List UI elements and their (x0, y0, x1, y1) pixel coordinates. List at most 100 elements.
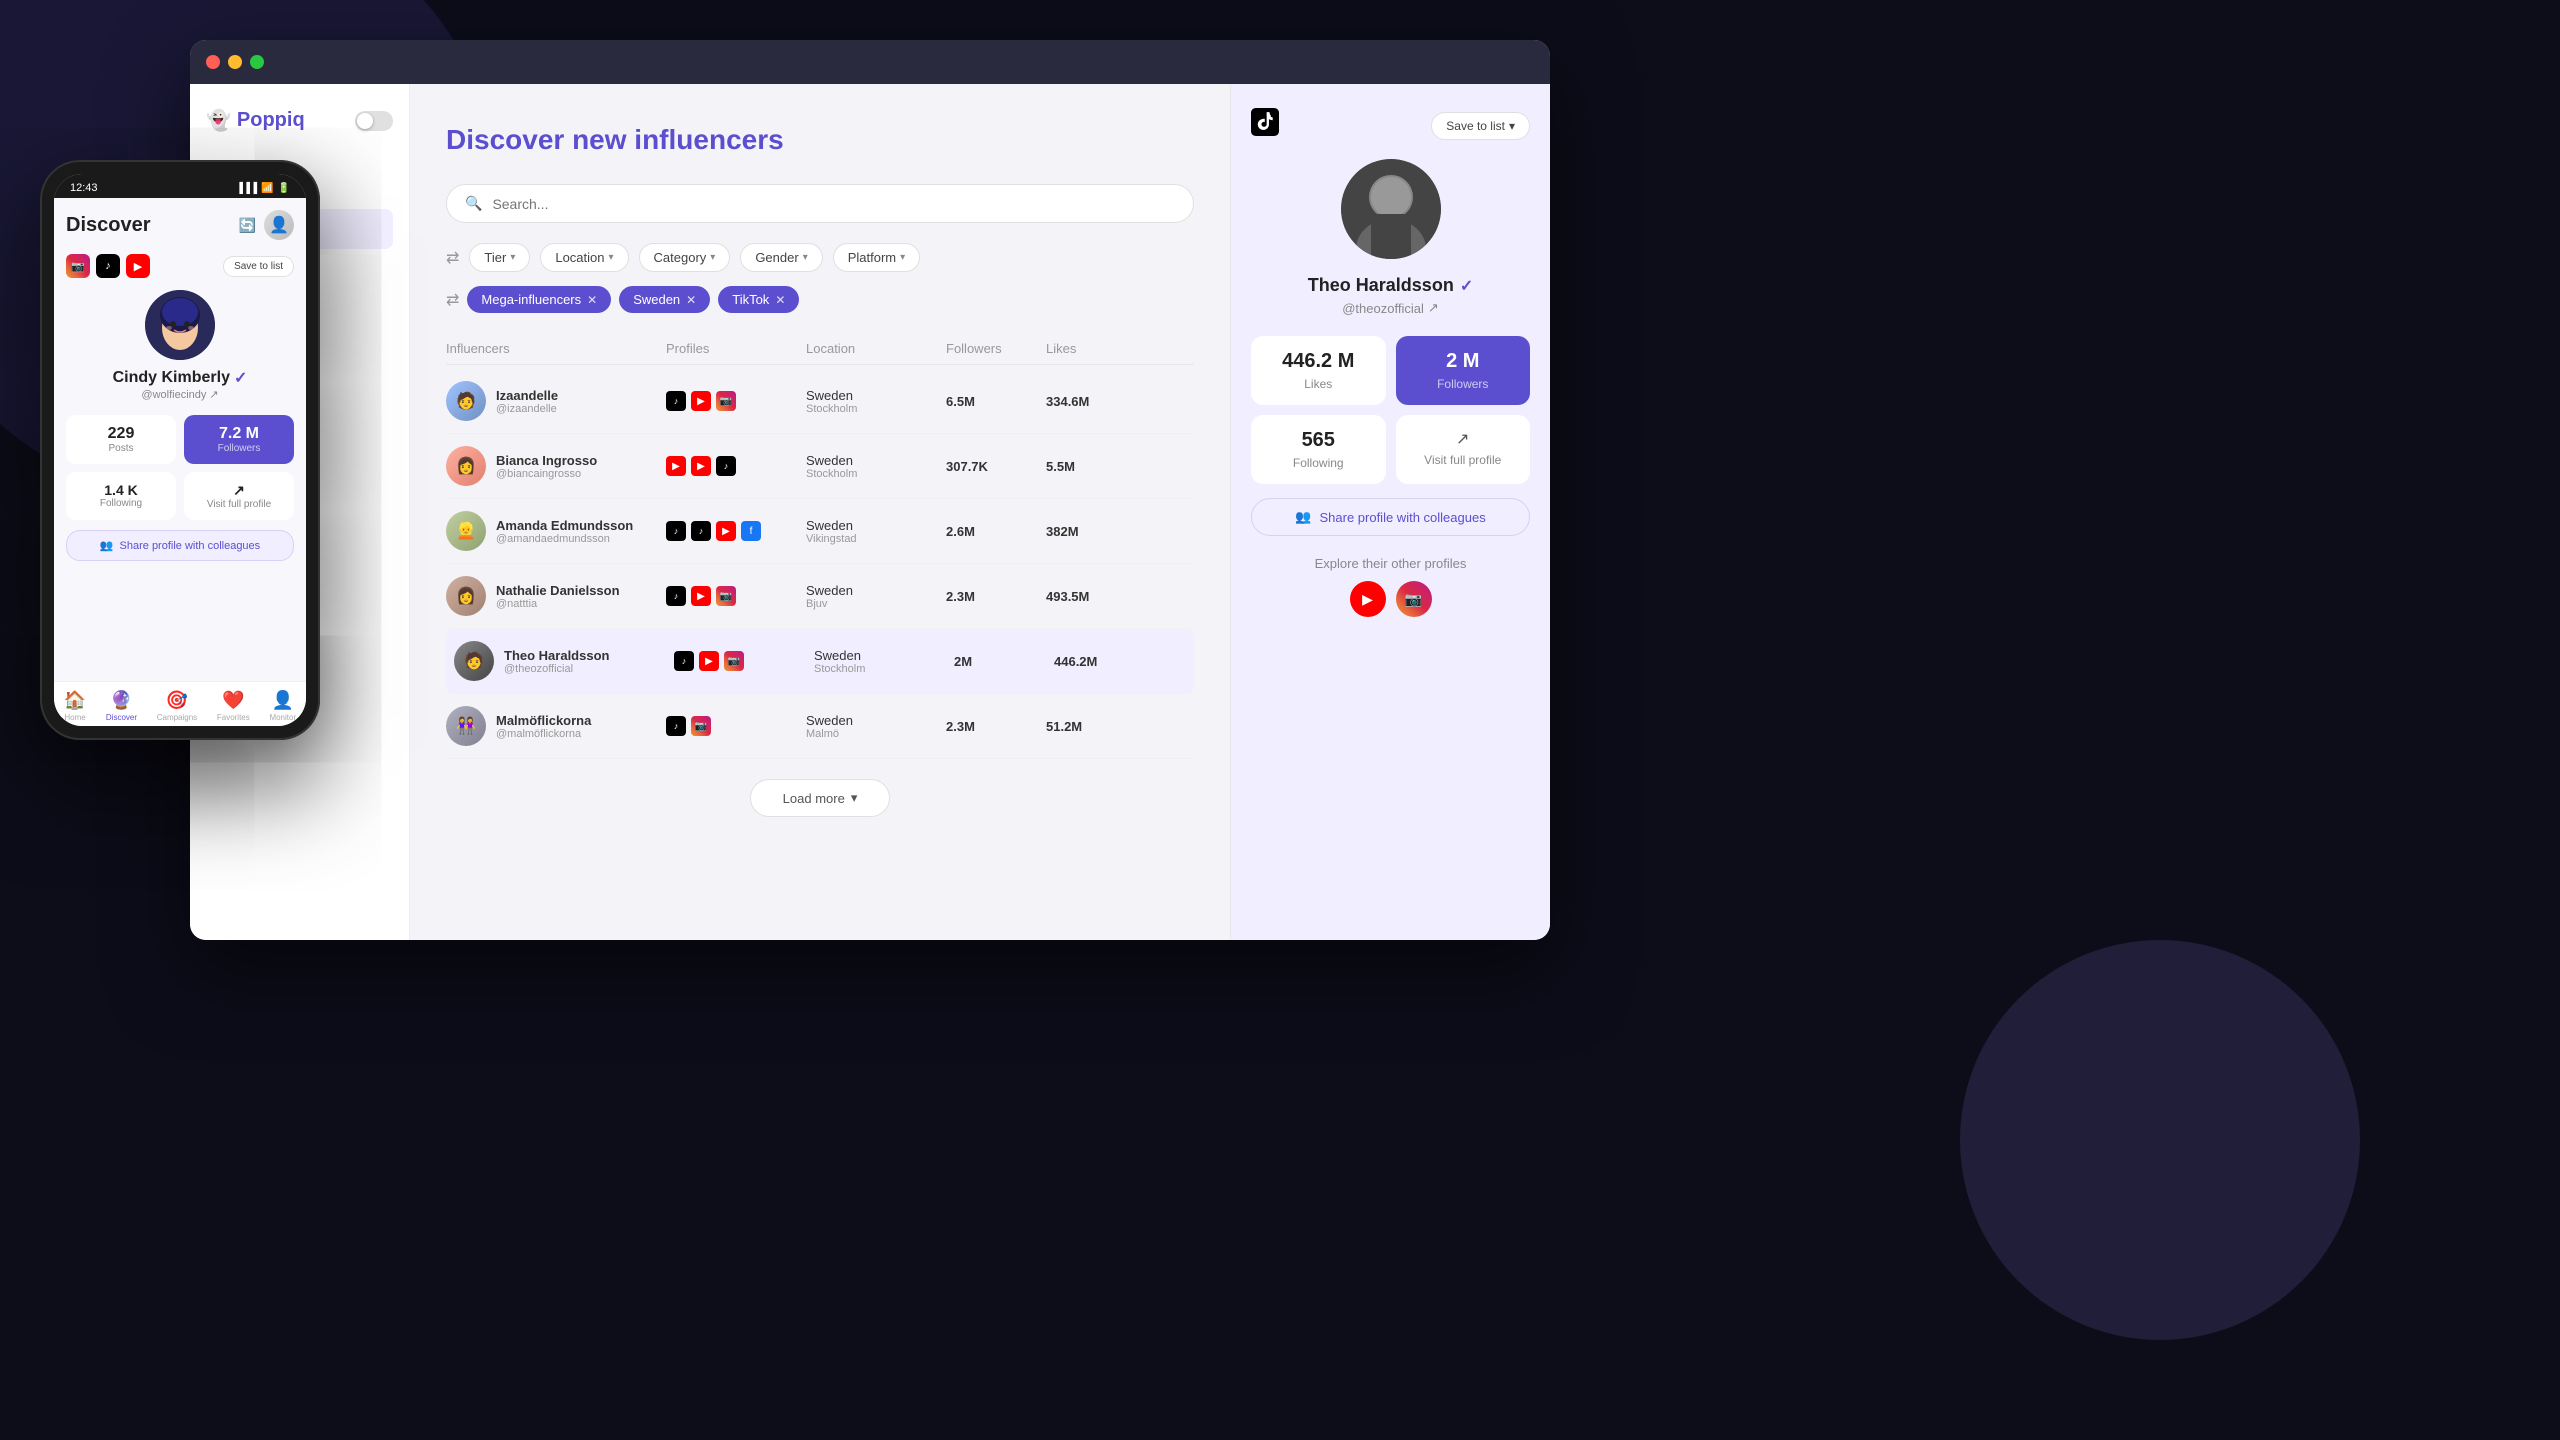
youtube-platform-icon[interactable]: ▶ (691, 391, 711, 411)
instagram-platform-icon[interactable]: 📷 (724, 651, 744, 671)
minimize-window-button[interactable] (228, 55, 242, 69)
instagram-icon[interactable]: 📷 (66, 254, 90, 278)
phone-nav-campaigns[interactable]: 🎯 Campaigns (157, 690, 197, 722)
tier-filter-button[interactable]: Tier ▾ (469, 243, 530, 272)
phone-save-to-list-button[interactable]: Save to list (223, 256, 294, 277)
platform-filter-button[interactable]: Platform ▾ (833, 243, 920, 272)
phone-nav-monitor[interactable]: 👤 Monitor (269, 690, 296, 722)
close-window-button[interactable] (206, 55, 220, 69)
influencer-handle: @theozofficial (504, 663, 609, 675)
location-filter-button[interactable]: Location ▾ (540, 243, 628, 272)
table-row[interactable]: 👱 Amanda Edmundsson @amandaedmundsson ♪ … (446, 499, 1194, 564)
influencer-info: 🧑 Izaandelle @izaandelle (446, 381, 666, 421)
phone-social-icons: 📷 ♪ ▶ (66, 254, 150, 278)
rp-action-grid: 565 Following ↗ Visit full profile (1251, 415, 1530, 484)
followers-stat-card: 2 M Followers (1396, 336, 1531, 405)
phone-posts-value: 229 (76, 425, 166, 443)
youtube-social-icon[interactable]: ▶ (1350, 581, 1386, 617)
avatar: 👭 (446, 706, 486, 746)
youtube-platform-icon[interactable]: ▶ (716, 521, 736, 541)
tiktok-platform-icon[interactable]: ♪ (666, 586, 686, 606)
tiktok-platform-icon[interactable]: ♪ (666, 391, 686, 411)
theo-avatar-svg (1341, 159, 1441, 259)
wifi-icon: 📶 (261, 183, 273, 194)
active-filter-icon[interactable]: ⇄ (446, 290, 459, 310)
save-to-list-button[interactable]: Save to list ▾ (1431, 112, 1530, 140)
user-avatar[interactable]: 👤 (264, 210, 294, 240)
search-input[interactable] (492, 196, 1175, 212)
youtube-platform-icon[interactable]: ▶ (691, 586, 711, 606)
phone-notch (140, 174, 220, 194)
influencer-handle: @izaandelle (496, 403, 558, 415)
external-link-icon: ↗ (209, 388, 218, 401)
youtube-platform-icon[interactable]: ▶ (666, 456, 686, 476)
refresh-icon[interactable]: 🔄 (239, 217, 256, 234)
location-cell: Sweden Bjuv (806, 583, 946, 610)
visit-label: Visit full profile (1410, 453, 1517, 467)
mega-influencers-chip[interactable]: Mega-influencers ✕ (467, 286, 611, 313)
share-profile-button[interactable]: 👥 Share profile with colleagues (1251, 498, 1530, 536)
phone-following-value: 1.4 K (76, 482, 166, 498)
phone-nav-discover[interactable]: 🔮 Discover (106, 690, 137, 722)
youtube2-platform-icon[interactable]: ▶ (691, 456, 711, 476)
phone-page-title: Discover (66, 214, 151, 237)
tiktok-platform-icon[interactable]: ♪ (666, 521, 686, 541)
table-row[interactable]: 👩 Nathalie Danielsson @natttia ♪ ▶ 📷 Swe… (446, 564, 1194, 629)
instagram-platform-icon[interactable]: 📷 (691, 716, 711, 736)
verified-badge-icon: ✓ (1460, 276, 1473, 296)
tiktok-platform-icon[interactable]: ♪ (674, 651, 694, 671)
load-more-button[interactable]: Load more ▾ (750, 779, 890, 817)
phone-navbar: 🏠 Home 🔮 Discover 🎯 Campaigns ❤️ Favorit… (54, 681, 306, 726)
search-icon: 🔍 (465, 195, 482, 212)
likes-metric: 493.5M (1046, 589, 1146, 604)
tiktok-large-icon (1251, 108, 1279, 143)
maximize-window-button[interactable] (250, 55, 264, 69)
phone-posts-card: 229 Posts (66, 415, 176, 464)
sweden-chip[interactable]: Sweden ✕ (619, 286, 710, 313)
remove-tiktok-icon[interactable]: ✕ (775, 293, 785, 307)
tiktok-platform-icon[interactable]: ♪ (716, 456, 736, 476)
phone-visit-card[interactable]: ↗ Visit full profile (184, 472, 294, 520)
ghost-icon: 👻 (206, 108, 231, 133)
tiktok-platform-icon[interactable]: ♪ (666, 716, 686, 736)
visit-profile-card[interactable]: ↗ Visit full profile (1396, 415, 1531, 484)
phone-visit-label: Visit full profile (194, 499, 284, 510)
favorites-nav-label: Favorites (217, 713, 250, 722)
tiktok-chip[interactable]: TikTok ✕ (718, 286, 799, 313)
remove-mega-icon[interactable]: ✕ (587, 293, 597, 307)
app-logo: 👻 Poppiq (206, 108, 305, 133)
phone-influencer-name: Cindy Kimberly ✓ (113, 368, 248, 388)
social-icons-row: ▶ 📷 (1251, 581, 1530, 617)
instagram-platform-icon[interactable]: 📷 (716, 391, 736, 411)
tiktok2-platform-icon[interactable]: ♪ (691, 521, 711, 541)
table-row[interactable]: 🧑 Izaandelle @izaandelle ♪ ▶ 📷 Sweden St (446, 369, 1194, 434)
table-row[interactable]: 👩 Bianca Ingrosso @biancaingrosso ▶ ▶ ♪ … (446, 434, 1194, 499)
filter-adjust-icon[interactable]: ⇄ (446, 248, 459, 268)
theme-toggle[interactable] (355, 111, 393, 131)
phone-stats-row: 229 Posts 7.2 M Followers (66, 415, 294, 464)
table-row[interactable]: 🧑 Theo Haraldsson @theozofficial ♪ ▶ 📷 S… (446, 629, 1194, 694)
phone-screen: 12:43 ▐▐▐ 📶 🔋 Discover 🔄 👤 (54, 174, 306, 726)
toggle-knob (357, 113, 373, 129)
instagram-platform-icon[interactable]: 📷 (716, 586, 736, 606)
col-profiles: Profiles (666, 341, 806, 356)
facebook-platform-icon[interactable]: f (741, 521, 761, 541)
following-label: Following (1265, 456, 1372, 470)
explore-label: Explore their other profiles (1251, 556, 1530, 571)
table-row[interactable]: 👭 Malmöflickorna @malmöflickorna ♪ 📷 Swe… (446, 694, 1194, 759)
phone-share-button[interactable]: 👥 Share profile with colleagues (66, 530, 294, 561)
page-title: Discover new influencers (446, 124, 1194, 156)
phone-followers-label: Followers (194, 443, 284, 454)
following-action-card: 565 Following (1251, 415, 1386, 484)
category-filter-button[interactable]: Category ▾ (639, 243, 731, 272)
instagram-social-icon[interactable]: 📷 (1396, 581, 1432, 617)
gender-filter-button[interactable]: Gender ▾ (740, 243, 822, 272)
phone-nav-favorites[interactable]: ❤️ Favorites (217, 690, 250, 722)
youtube-platform-icon[interactable]: ▶ (699, 651, 719, 671)
likes-metric: 5.5M (1046, 459, 1146, 474)
phone-nav-home[interactable]: 🏠 Home (64, 690, 86, 722)
tiktok-icon[interactable]: ♪ (96, 254, 120, 278)
active-filters-row: ⇄ Mega-influencers ✕ Sweden ✕ TikTok ✕ (446, 286, 1194, 313)
youtube-icon[interactable]: ▶ (126, 254, 150, 278)
remove-sweden-icon[interactable]: ✕ (686, 293, 696, 307)
